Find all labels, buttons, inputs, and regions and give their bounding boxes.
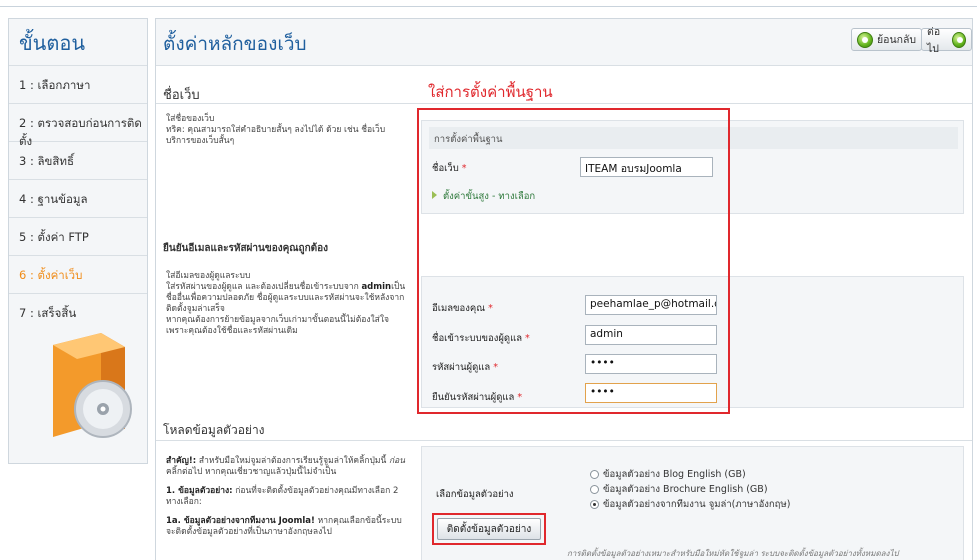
site-name-help: ใส่ชื่อของเว็บ ทริค: คุณสามารถใส่คำอธิบา… (166, 114, 406, 147)
sample-important: สำคัญ!: สำหรับมือใหม่จูมล่าต้องการเรียนร… (166, 456, 406, 478)
sample-option-brochure[interactable]: ข้อมูลตัวอย่าง Brochure English (GB) (590, 482, 768, 497)
main-panel: ตั้งค่าหลักของเว็บ ย้อนกลับ ต่อไป ใส่การ… (155, 18, 973, 560)
highlight-box (417, 108, 730, 414)
next-circle-icon (952, 31, 966, 48)
sample-help: สำคัญ!: สำหรับมือใหม่จูมล่าต้องการเรียนร… (166, 456, 406, 538)
top-divider (0, 6, 977, 7)
sidebar-title: ขั้นตอน (19, 31, 86, 55)
site-name-help-text: ทริค: คุณสามารถใส่คำอธิบายสั้นๆ ลงไปได้ … (166, 125, 386, 147)
step-ftp: 5 : ตั้งค่า FTP (9, 217, 147, 255)
step-precheck: 2 : ตรวจสอบก่อนการติดตั้ง (9, 103, 147, 148)
software-box-icon (53, 333, 132, 438)
annotation-note: ใส่การตั้งค่าพื้นฐาน (428, 83, 553, 101)
section-divider (156, 103, 972, 104)
sample-select-label: เลือกข้อมูลตัวอย่าง (436, 489, 514, 500)
admin-heading: ยืนยันอีเมลและรหัสผ่านของคุณถูกต้อง (163, 243, 329, 254)
site-name-help-title: ใส่ชื่อของเว็บ (166, 114, 215, 124)
admin-help-note: หากคุณต้องการย้ายข้อมูลจากเว็บเก่ามาขั้น… (166, 315, 389, 337)
step-site-config: 6 : ตั้งค่าเว็บ (9, 255, 147, 293)
step-language: 1 : เลือกภาษา (9, 65, 147, 103)
admin-help: ใส่อีเมลของผู้ดูแลระบบ ใส่รหัสผ่านของผู้… (166, 271, 411, 337)
install-highlight-box (432, 513, 546, 545)
install-note: การติดตั้งข้อมูลตัวอย่างเหมาะสำหรับมือให… (567, 549, 899, 558)
radio-selected-icon (590, 500, 599, 509)
sample-data-heading: โหลดข้อมูลตัวอย่าง (163, 423, 265, 437)
sample-item-1: 1. ข้อมูลตัวอย่าง: ก่อนที่จะติดตั้งข้อมู… (166, 486, 399, 508)
radio-icon (590, 485, 599, 494)
back-button[interactable]: ย้อนกลับ (851, 28, 923, 51)
sample-option-joomla[interactable]: ข้อมูลตัวอย่างจากทีมงาน จูมล่า(ภาษาอังกฤ… (590, 497, 790, 512)
step-database: 4 : ฐานข้อมูล (9, 179, 147, 217)
sample-option-blog[interactable]: ข้อมูลตัวอย่าง Blog English (GB) (590, 467, 746, 482)
admin-help-line: ใส่รหัสผ่านของผู้ดูแล และต้องเปลี่ยนชื่อ… (166, 282, 406, 315)
admin-help-title: ใส่อีเมลของผู้ดูแลระบบ (166, 271, 251, 281)
radio-icon (590, 470, 599, 479)
steps-sidebar: ขั้นตอน 1 : เลือกภาษา 2 : ตรวจสอบก่อนการ… (8, 18, 148, 464)
back-circle-icon (857, 31, 873, 48)
next-label: ต่อไป (927, 25, 941, 55)
next-button[interactable]: ต่อไป (921, 26, 972, 55)
back-label: ย้อนกลับ (877, 34, 917, 46)
page-title: ตั้งค่าหลักของเว็บ (163, 33, 307, 55)
site-name-heading: ชื่อเว็บ (163, 88, 200, 103)
content-area: ใส่การตั้งค่าพื้นฐาน ชื่อเว็บ ใส่ชื่อของ… (156, 65, 972, 560)
section-divider-2 (156, 440, 972, 441)
sample-item-1a: 1a. ข้อมูลตัวอย่างจากทีมงาน Joomla! หากค… (166, 516, 402, 538)
